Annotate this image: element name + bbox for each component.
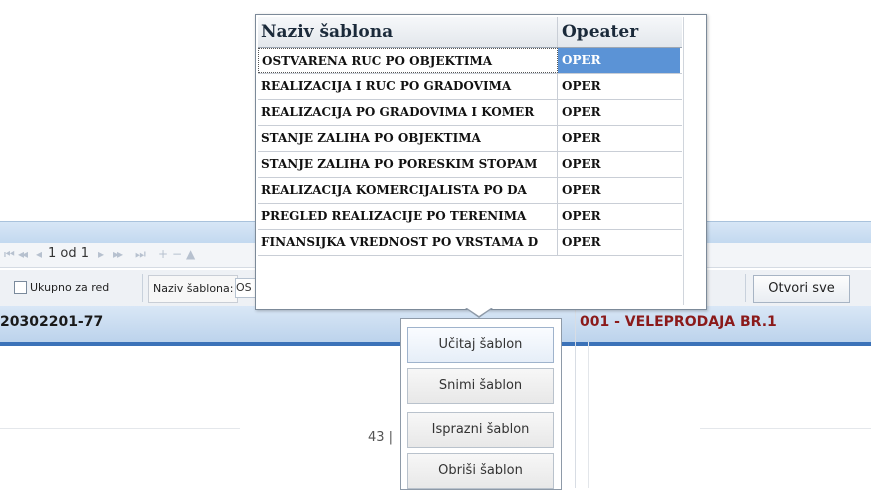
column-header-operator[interactable]: Opeater <box>558 17 680 47</box>
open-all-button[interactable]: Otvori sve <box>753 275 850 303</box>
grid-scroll-area[interactable] <box>683 17 704 305</box>
template-name-cell[interactable]: REALIZACIJA PO GRADOVIMA I KOMER <box>258 100 558 125</box>
add-record-icon[interactable]: + <box>158 247 168 261</box>
template-grid: Naziv šablona Opeater OSTVARENA RUC PO O… <box>258 17 682 256</box>
operator-cell[interactable]: OPER <box>558 152 680 177</box>
grid-header: Naziv šablona Opeater <box>258 17 682 48</box>
next-page-icon[interactable]: ▸ <box>98 247 104 261</box>
template-actions-menu: Učitaj šablon Snimi šablon Isprazni šabl… <box>400 318 562 490</box>
template-name-cell[interactable]: REALIZACIJA KOMERCIJALISTA PO DA <box>258 178 558 203</box>
clear-template-button[interactable]: Isprazni šablon <box>407 412 554 448</box>
operator-cell[interactable]: OPER <box>558 204 680 229</box>
load-template-button[interactable]: Učitaj šablon <box>407 327 554 363</box>
template-name-cell[interactable]: PREGLED REALIZACIJE PO TERENIMA <box>258 204 558 229</box>
template-name-cell[interactable]: OSTVARENA RUC PO OBJEKTIMA <box>258 48 558 73</box>
popup-pointer-inner <box>467 308 491 316</box>
table-row[interactable]: STANJE ZALIHA PO PORESKIM STOPAM OPER <box>258 152 682 178</box>
table-row[interactable]: OSTVARENA RUC PO OBJEKTIMA OPER <box>258 48 682 74</box>
toolbar-divider <box>745 274 746 302</box>
operator-cell[interactable]: OPER <box>558 48 680 73</box>
delete-template-button[interactable]: Obriši šablon <box>407 453 554 489</box>
document-number: 20302201-77 <box>0 314 104 330</box>
prev-page-icon[interactable]: ◂ <box>36 247 42 261</box>
table-row[interactable]: REALIZACIJA I RUC PO GRADOVIMA OPER <box>258 74 682 100</box>
operator-cell[interactable]: OPER <box>558 100 680 125</box>
table-row[interactable]: REALIZACIJA PO GRADOVIMA I KOMER OPER <box>258 100 682 126</box>
page-indicator: 1 od 1 <box>48 246 90 261</box>
divider <box>0 428 240 429</box>
template-name-cell[interactable]: REALIZACIJA I RUC PO GRADOVIMA <box>258 74 558 99</box>
table-row[interactable]: REALIZACIJA KOMERCIJALISTA PO DA OPER <box>258 178 682 204</box>
template-list-popup: Naziv šablona Opeater OSTVARENA RUC PO O… <box>255 14 707 310</box>
operator-cell[interactable]: OPER <box>558 126 680 151</box>
total-per-row-checkbox[interactable]: Ukupno za red <box>14 281 109 294</box>
template-name-label: Naziv šablona: <box>148 275 239 303</box>
column-divider <box>588 342 589 488</box>
first-page-icon[interactable]: ⏮ <box>4 247 15 262</box>
column-divider <box>575 306 576 488</box>
last-page-icon[interactable]: ⏭ <box>135 247 146 262</box>
remove-record-icon[interactable]: − <box>172 247 182 261</box>
template-name-cell[interactable]: STANJE ZALIHA PO PORESKIM STOPAM <box>258 152 558 177</box>
total-per-row-label: Ukupno za red <box>30 281 110 294</box>
page-number: 43 | <box>368 430 394 445</box>
checkbox-box[interactable] <box>14 281 27 294</box>
store-name: 001 - VELEPRODAJA BR.1 <box>580 314 777 330</box>
table-row[interactable]: PREGLED REALIZACIJE PO TERENIMA OPER <box>258 204 682 230</box>
divider <box>700 428 871 429</box>
operator-cell[interactable]: OPER <box>558 230 680 255</box>
operator-cell[interactable]: OPER <box>558 178 680 203</box>
column-header-template-name[interactable]: Naziv šablona <box>258 17 558 47</box>
toolbar-divider <box>142 274 143 302</box>
template-name-cell[interactable]: FINANSIJKA VREDNOST PO VRSTAMA D <box>258 230 558 255</box>
template-name-cell[interactable]: STANJE ZALIHA PO OBJEKTIMA <box>258 126 558 151</box>
confirm-icon[interactable]: ▲ <box>186 247 195 261</box>
table-row[interactable]: STANJE ZALIHA PO OBJEKTIMA OPER <box>258 126 682 152</box>
save-template-button[interactable]: Snimi šablon <box>407 368 554 404</box>
prev-block-icon[interactable]: ◂◂ <box>18 247 28 261</box>
operator-cell[interactable]: OPER <box>558 74 680 99</box>
next-block-icon[interactable]: ▸▸ <box>113 247 123 261</box>
table-row[interactable]: FINANSIJKA VREDNOST PO VRSTAMA D OPER <box>258 230 682 256</box>
